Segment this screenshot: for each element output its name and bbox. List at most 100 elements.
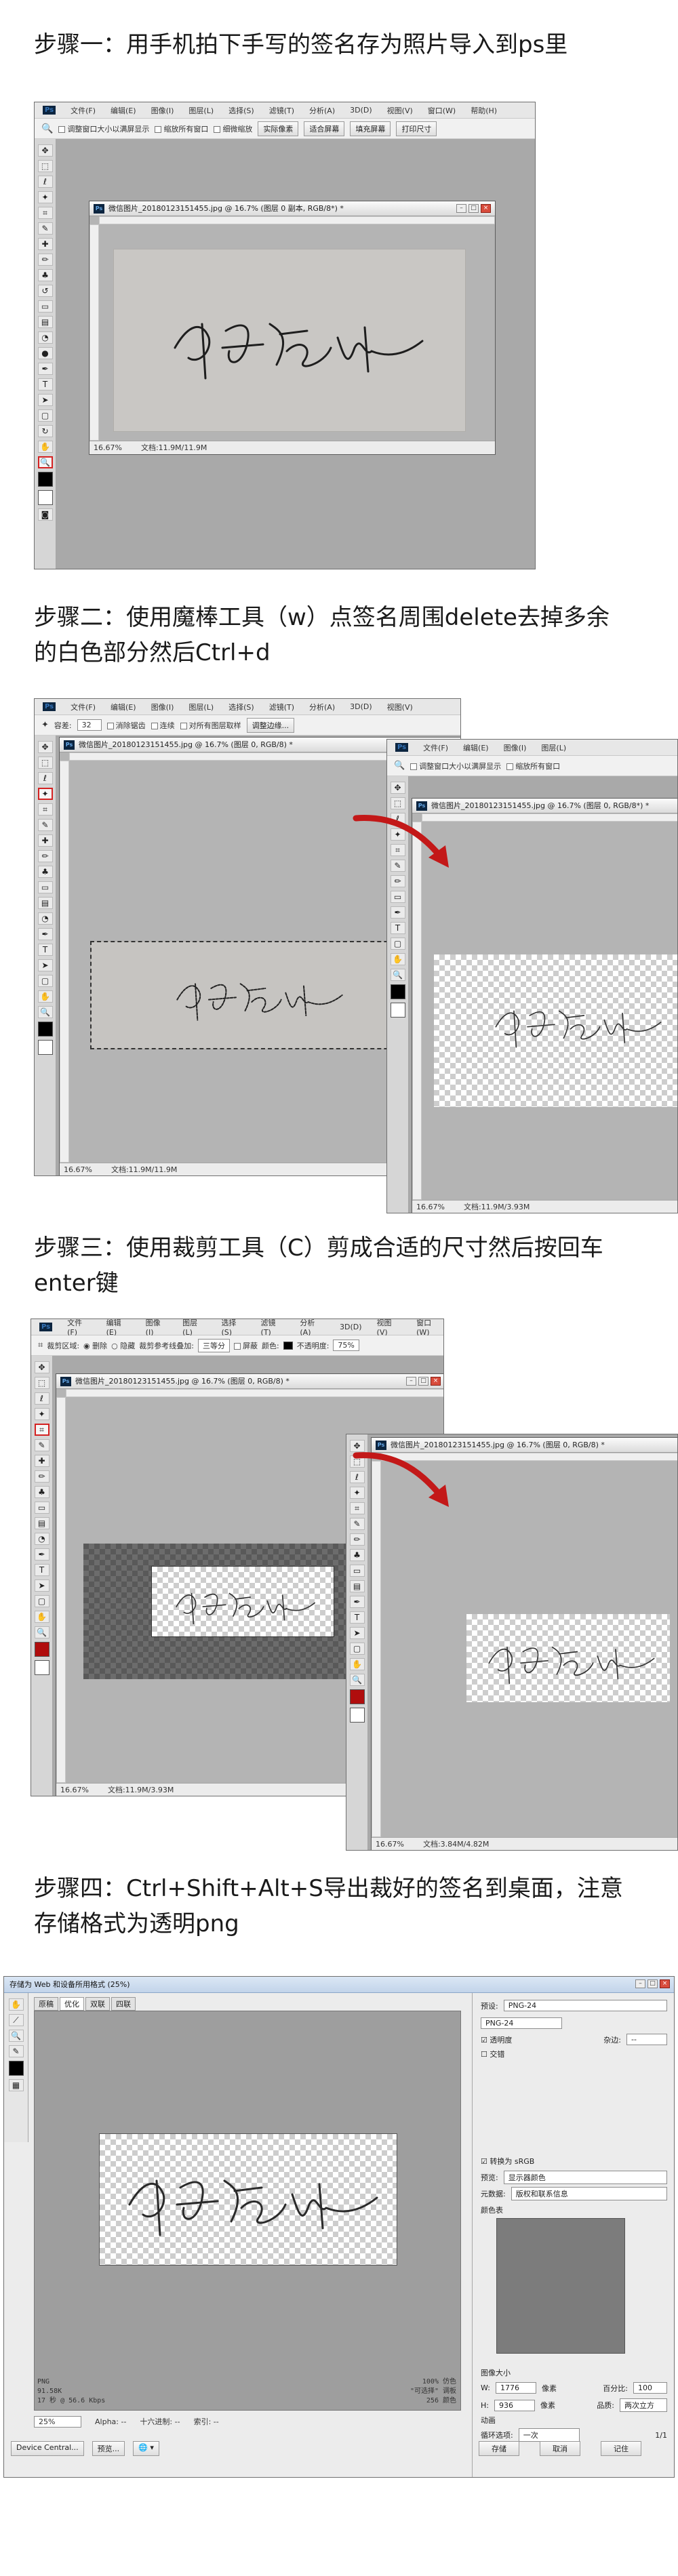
option-anti-alias[interactable]: 消除锯齿 xyxy=(106,720,146,731)
type-tool-icon[interactable]: T xyxy=(349,1611,365,1624)
minimize-icon[interactable]: – xyxy=(635,1979,645,1988)
gradient-tool-icon[interactable]: ▤ xyxy=(37,897,53,909)
magic-wand-option-icon[interactable]: ✦ xyxy=(41,720,49,730)
metadata-select[interactable]: 版权和联系信息 xyxy=(511,2187,667,2200)
lasso-tool-icon[interactable]: ℓ xyxy=(34,1392,49,1405)
preview-area[interactable]: PNG 91.58K 17 秒 @ 56.6 Kbps 100% 仿色 "可选择… xyxy=(34,2011,461,2411)
background-color-swatch[interactable] xyxy=(37,1040,53,1055)
menu-window[interactable]: 窗口(W) xyxy=(428,105,456,116)
fit-screen-button[interactable]: 适合屏幕 xyxy=(304,121,345,136)
overlay-select[interactable]: 三等分 xyxy=(197,1338,230,1352)
path-select-icon[interactable]: ➤ xyxy=(34,1579,49,1592)
magic-wand-tool-icon[interactable]: ✦ xyxy=(37,191,53,203)
hand-tool-icon[interactable]: ✋ xyxy=(349,1658,365,1670)
zoom-tool-active-icon[interactable]: 🔍 xyxy=(37,456,53,468)
gradient-tool-icon[interactable]: ▤ xyxy=(349,1580,365,1592)
menu-3d[interactable]: 3D(D) xyxy=(350,106,372,115)
move-tool-icon[interactable]: ✥ xyxy=(34,1361,49,1373)
option-shield[interactable]: 屏蔽 xyxy=(233,1340,258,1351)
format-select[interactable]: PNG-24 xyxy=(481,2017,562,2029)
convert-srgb-checkbox[interactable]: ☑ 转换为 sRGB xyxy=(481,2156,534,2167)
menu-analysis[interactable]: 分析(A) xyxy=(300,1319,325,1337)
eraser-tool-icon[interactable]: ▭ xyxy=(34,1502,49,1514)
maximize-icon[interactable]: □ xyxy=(468,204,479,213)
fill-screen-button[interactable]: 填充屏幕 xyxy=(350,121,391,136)
menu-window[interactable]: 窗口(W) xyxy=(416,1319,443,1337)
tolerance-input[interactable]: 32 xyxy=(77,719,102,731)
document-title-bar[interactable]: Ps 微信图片_20180123151455.jpg @ 16.7% (图层 0… xyxy=(89,201,495,216)
menu-3d[interactable]: 3D(D) xyxy=(340,1323,362,1331)
quality-select[interactable]: 两次立方 xyxy=(620,2398,667,2412)
background-color-swatch[interactable] xyxy=(34,1660,49,1675)
document-title-bar[interactable]: Ps 微信图片_20180123151455.jpg @ 16.7% (图层 0… xyxy=(56,1374,443,1389)
matte-select[interactable]: -- xyxy=(626,2034,667,2045)
hand-tool-icon[interactable]: ✋ xyxy=(34,1611,49,1623)
menu-view[interactable]: 视图(V) xyxy=(387,105,413,116)
zoom-tool-icon[interactable]: 🔍 xyxy=(8,2030,24,2042)
menu-image[interactable]: 图像(I) xyxy=(151,702,174,712)
menu-layer[interactable]: 图层(L) xyxy=(188,702,214,712)
quick-mask-icon[interactable]: ◙ xyxy=(37,508,53,521)
zoom-tool-icon[interactable]: 🔍 xyxy=(37,1006,53,1018)
crop-option-icon[interactable]: ⌗ xyxy=(38,1340,43,1350)
shape-tool-icon[interactable]: ▢ xyxy=(390,938,405,950)
stamp-tool-icon[interactable]: ♣ xyxy=(37,866,53,878)
menu-filter[interactable]: 滤镜(T) xyxy=(261,1319,285,1337)
hand-tool-icon[interactable]: ✋ xyxy=(8,1998,24,2011)
maximize-icon[interactable]: □ xyxy=(418,1377,428,1386)
marquee-tool-icon[interactable]: ⬚ xyxy=(37,757,53,769)
menu-view[interactable]: 视图(V) xyxy=(377,1319,402,1337)
type-tool-icon[interactable]: T xyxy=(37,944,53,956)
shape-tool-icon[interactable]: ▢ xyxy=(37,975,53,987)
menu-edit[interactable]: 编辑(E) xyxy=(111,105,136,116)
tab-2up[interactable]: 双联 xyxy=(85,1997,110,2011)
option-hide[interactable]: ○ 隐藏 xyxy=(111,1340,135,1351)
percent-input[interactable]: 100 xyxy=(633,2382,667,2394)
blur-tool-icon[interactable]: ◔ xyxy=(34,1533,49,1545)
pen-tool-icon[interactable]: ✒ xyxy=(390,906,405,919)
device-central-button[interactable]: Device Central... xyxy=(11,2441,84,2456)
stamp-tool-icon[interactable]: ♣ xyxy=(37,269,53,281)
gradient-tool-icon[interactable]: ▤ xyxy=(37,316,53,328)
menu-layer[interactable]: 图层(L) xyxy=(541,742,566,753)
eyedropper-tool-icon[interactable]: ✎ xyxy=(34,1439,49,1451)
menu-select[interactable]: 选择(S) xyxy=(221,1319,245,1337)
brush-tool-icon[interactable]: ✏ xyxy=(34,1470,49,1483)
menu-image[interactable]: 图像(I) xyxy=(504,742,527,753)
menu-edit[interactable]: 编辑(E) xyxy=(463,742,489,753)
document-window[interactable]: Ps 微信图片_20180123151455.jpg @ 16.7% (图层 0… xyxy=(89,201,496,455)
menu-layer[interactable]: 图层(L) xyxy=(182,1319,206,1337)
marquee-tool-icon[interactable]: ⬚ xyxy=(37,160,53,172)
zoom-level[interactable]: 16.67% xyxy=(94,441,122,454)
zoom-tool-icon[interactable]: 🔍 xyxy=(34,1626,49,1638)
move-tool-icon[interactable]: ✥ xyxy=(37,144,53,157)
history-brush-icon[interactable]: ↺ xyxy=(37,285,53,297)
height-input[interactable]: 936 xyxy=(494,2399,535,2411)
stamp-tool-icon[interactable]: ♣ xyxy=(349,1549,365,1561)
preview-button[interactable]: 预览... xyxy=(92,2441,125,2456)
path-select-icon[interactable]: ➤ xyxy=(349,1627,365,1639)
menu-file[interactable]: 文件(F) xyxy=(71,105,96,116)
transparency-checkbox[interactable]: ☑ 透明度 xyxy=(481,2034,512,2045)
menu-filter[interactable]: 滤镜(T) xyxy=(269,105,294,116)
menu-view[interactable]: 视图(V) xyxy=(387,702,413,712)
zoom-level[interactable]: 16.67% xyxy=(64,1163,92,1175)
shape-tool-icon[interactable]: ▢ xyxy=(34,1595,49,1607)
remember-button[interactable]: 记住 xyxy=(601,2441,641,2456)
menu-3d[interactable]: 3D(D) xyxy=(350,702,372,711)
magic-wand-tool-icon[interactable]: ✦ xyxy=(34,1408,49,1420)
background-color-swatch[interactable] xyxy=(37,490,53,505)
menu-analysis[interactable]: 分析(A) xyxy=(309,105,335,116)
close-icon[interactable]: × xyxy=(660,1979,670,1988)
healing-tool-icon[interactable]: ✚ xyxy=(37,834,53,847)
preset-select[interactable]: PNG-24 xyxy=(503,2000,667,2011)
option-sample-all[interactable]: 对所有图层取样 xyxy=(180,720,241,731)
type-tool-icon[interactable]: T xyxy=(390,922,405,934)
zoom-tool-icon[interactable]: 🔍 xyxy=(41,123,53,134)
crop-tool-icon[interactable]: ⌗ xyxy=(37,207,53,219)
marquee-tool-icon[interactable]: ⬚ xyxy=(34,1377,49,1389)
type-tool-icon[interactable]: T xyxy=(34,1564,49,1576)
menu-select[interactable]: 选择(S) xyxy=(228,105,254,116)
brush-tool-icon[interactable]: ✏ xyxy=(349,1533,365,1546)
opacity-input[interactable]: 75% xyxy=(333,1340,359,1351)
